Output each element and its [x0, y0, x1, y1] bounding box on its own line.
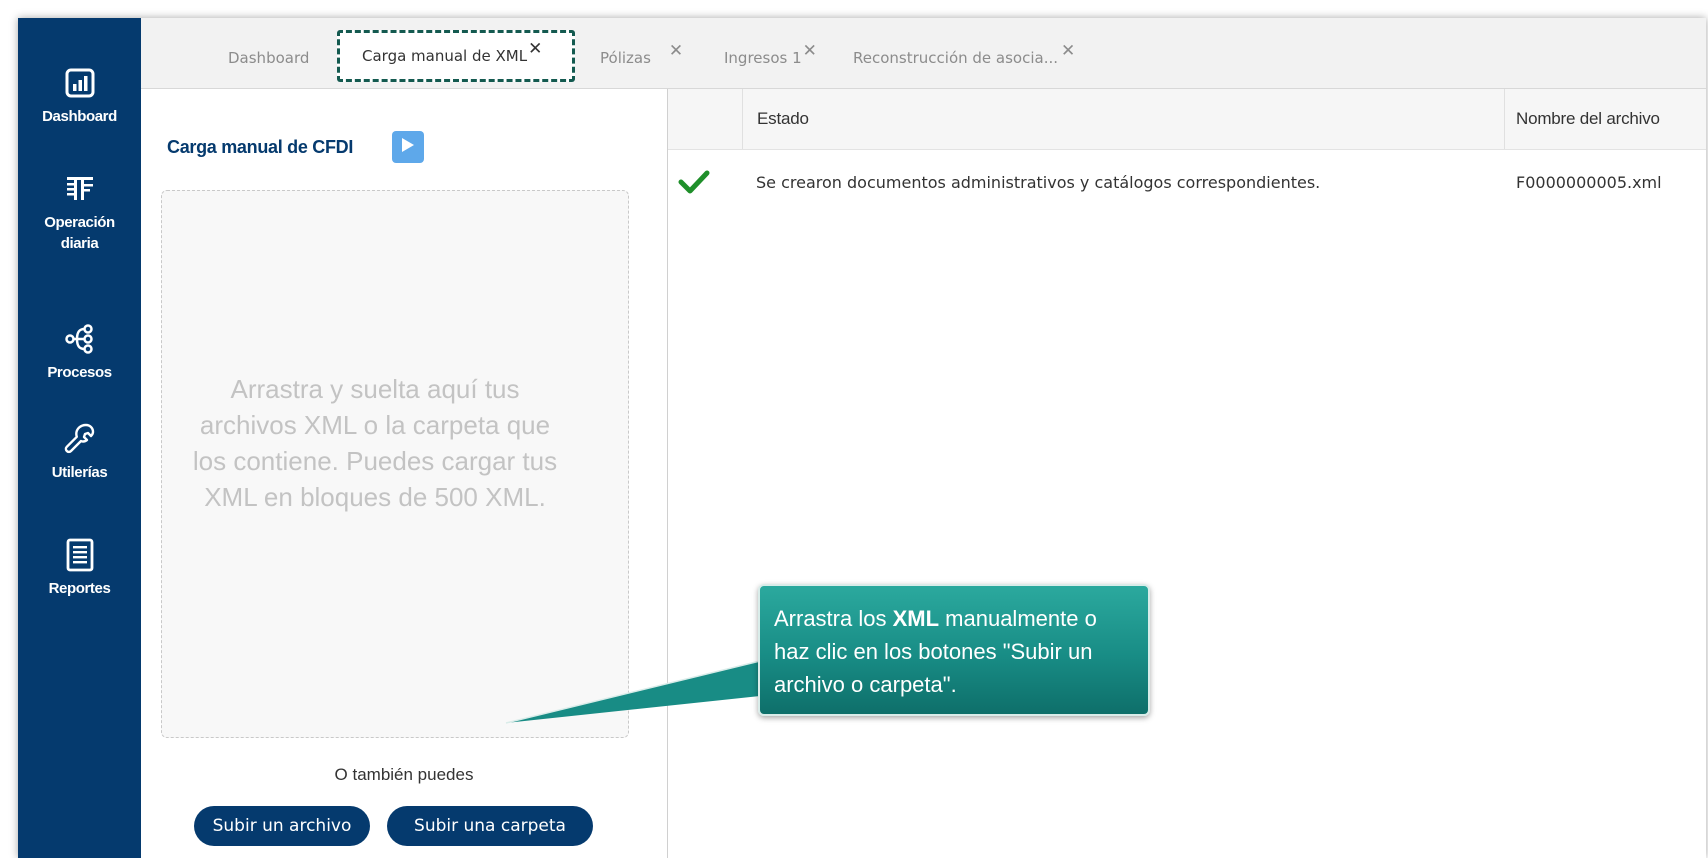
tab-ingresos-1[interactable]: Ingresos 1 ✕ — [724, 41, 817, 74]
sidebar-item-reportes[interactable]: Reportes — [18, 538, 141, 599]
upload-folder-button[interactable]: Subir una carpeta — [387, 806, 593, 846]
dropzone-instructions: Arrastra y suelta aquí tus archivos XML … — [192, 374, 558, 512]
play-icon — [401, 137, 415, 158]
daily-operation-icon — [63, 172, 97, 206]
tab-carga-manual-xml[interactable]: Carga manual de XML ✕ — [337, 30, 575, 82]
column-header-archivo[interactable]: Nombre del archivo — [1516, 89, 1660, 149]
sidebar-item-label: Reportes — [48, 580, 111, 597]
status-text: Se crearon documentos administrativos y … — [756, 172, 1321, 192]
callout-text: Arrastra los — [774, 606, 893, 631]
sidebar: Dashboard Operación diaria Procesos Util… — [18, 18, 141, 858]
table-row[interactable]: Se crearon documentos administrativos y … — [668, 150, 1706, 214]
sidebar-item-label: Procesos — [47, 364, 112, 381]
sidebar-item-dashboard[interactable]: Dashboard — [18, 66, 141, 127]
sidebar-item-label: Dashboard — [42, 108, 117, 125]
panel-title: Carga manual de CFDI — [167, 137, 354, 157]
table-header: Estado Nombre del archivo — [668, 89, 1706, 150]
close-icon[interactable]: ✕ — [803, 41, 817, 61]
callout-text-bold: XML — [892, 606, 940, 631]
tab-label: Pólizas — [600, 49, 651, 67]
file-name: F0000000005.xml — [1516, 172, 1662, 192]
process-flow-icon — [63, 322, 97, 356]
tab-label: Ingresos 1 — [724, 49, 802, 67]
app-window: Dashboard Operación diaria Procesos Util… — [18, 18, 1706, 858]
tab-polizas[interactable]: Pólizas ✕ — [600, 41, 683, 74]
sidebar-item-utilerias[interactable]: Utilerías — [18, 422, 141, 483]
check-icon — [678, 150, 710, 214]
column-header-estado[interactable]: Estado — [757, 89, 809, 149]
column-divider — [742, 89, 743, 149]
close-icon[interactable]: ✕ — [1061, 41, 1075, 61]
upload-panel: Carga manual de CFDI Arrastra y suelta a… — [141, 89, 668, 858]
tab-reconstruccion[interactable]: Reconstrucción de asocia... ✕ — [853, 41, 1075, 74]
sidebar-item-label: Utilerías — [51, 464, 108, 481]
close-icon[interactable]: ✕ — [528, 39, 542, 59]
bar-chart-icon — [63, 66, 97, 100]
sidebar-item-procesos[interactable]: Procesos — [18, 322, 141, 383]
sidebar-item-label: Operación diaria — [44, 214, 115, 252]
tab-label: Carga manual de XML — [362, 47, 528, 65]
close-icon[interactable]: ✕ — [669, 41, 683, 61]
alternative-label: O también puedes — [334, 765, 474, 784]
column-divider — [1504, 89, 1505, 149]
tab-label: Dashboard — [228, 49, 310, 67]
tab-dashboard[interactable]: Dashboard — [228, 42, 309, 74]
report-document-icon — [63, 538, 97, 572]
results-table: Estado Nombre del archivo Se crearon doc… — [668, 89, 1706, 858]
upload-file-button[interactable]: Subir un archivo — [194, 806, 370, 846]
tab-label: Reconstrucción de asocia... — [853, 49, 1059, 67]
play-button[interactable] — [392, 131, 424, 163]
tab-bar: Dashboard Carga manual de XML ✕ Pólizas … — [141, 18, 1706, 89]
wrench-icon — [63, 422, 97, 456]
sidebar-item-operacion-diaria[interactable]: Operación diaria — [18, 172, 141, 254]
help-callout: Arrastra los XML manualmente o haz clic … — [758, 584, 1150, 716]
